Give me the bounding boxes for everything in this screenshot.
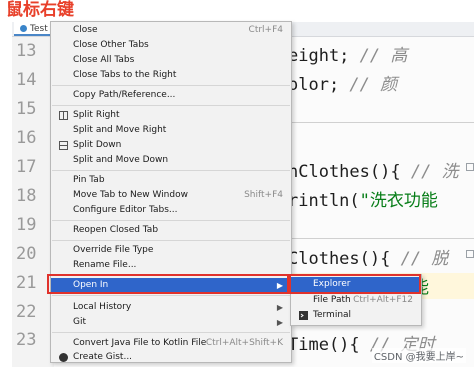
fold-icon[interactable] [466, 250, 474, 258]
split-horizontal-icon [59, 141, 68, 150]
menu-separator [52, 85, 290, 86]
code-line[interactable]: eight; // 高 [288, 41, 407, 66]
menu-item-copy-path[interactable]: Copy Path/Reference... [51, 88, 291, 103]
editor-tab-label: Test [30, 24, 48, 34]
line-number: 22 [16, 302, 37, 322]
menu-item-split-down[interactable]: Split Down [51, 138, 291, 153]
submenu-item-explorer[interactable]: Explorer [291, 277, 421, 292]
line-number: 21 [16, 273, 37, 293]
split-vertical-icon [59, 111, 68, 120]
code-line[interactable]: rintln("洗衣功能 [288, 186, 438, 211]
code-comment: // 高 [359, 46, 408, 66]
menu-separator [52, 170, 290, 171]
menu-item-close-other-tabs[interactable]: Close Other Tabs [51, 38, 291, 53]
code-line[interactable]: Clothes(){ // 脱 [288, 244, 448, 269]
code-text: nClothes(){ [288, 162, 411, 182]
submenu-arrow-icon: ▶ [276, 303, 283, 312]
menu-item-create-gist[interactable]: Create Gist... [51, 350, 291, 365]
tab-context-menu: Close Ctrl+F4 Close Other Tabs Close All … [50, 21, 292, 363]
method-separator [288, 122, 474, 123]
line-number: 17 [16, 157, 37, 177]
code-text: rintln( [288, 191, 360, 211]
fold-icon[interactable] [466, 163, 474, 171]
watermark: CSDN @我要上岸~ [371, 348, 466, 363]
line-number: 15 [16, 99, 37, 119]
code-comment: // 洗 [410, 162, 459, 182]
method-separator [288, 238, 474, 239]
code-text: Time(){ [288, 335, 370, 355]
menu-separator [52, 220, 290, 221]
menu-item-pin-tab[interactable]: Pin Tab [51, 173, 291, 188]
menu-item-close-tabs-right[interactable]: Close Tabs to the Right [51, 68, 291, 83]
line-number: 13 [16, 41, 37, 61]
code-string: "洗衣功能 [359, 191, 438, 211]
menu-item-close-all-tabs[interactable]: Close All Tabs [51, 53, 291, 68]
submenu-arrow-icon: ▶ [276, 281, 283, 290]
menu-separator [52, 240, 290, 241]
menu-item-local-history[interactable]: Local History ▶ [51, 300, 291, 315]
line-number: 14 [16, 70, 37, 90]
menu-item-git[interactable]: Git ▶ [51, 315, 291, 330]
code-line[interactable]: olor; // 颜 [288, 70, 397, 95]
line-number: 19 [16, 215, 37, 235]
menu-item-split-move-right[interactable]: Split and Move Right [51, 123, 291, 138]
menu-item-close[interactable]: Close Ctrl+F4 [51, 23, 291, 38]
menu-item-split-move-down[interactable]: Split and Move Down [51, 153, 291, 168]
menu-item-split-right[interactable]: Split Right [51, 108, 291, 123]
github-icon [59, 353, 68, 362]
terminal-icon [299, 311, 308, 320]
menu-item-reopen-closed-tab[interactable]: Reopen Closed Tab [51, 223, 291, 238]
menu-item-move-tab-new-window[interactable]: Move Tab to New Window Shift+F4 [51, 188, 291, 203]
submenu-item-terminal[interactable]: Terminal [291, 308, 421, 323]
menu-separator [52, 105, 290, 106]
code-line[interactable]: nClothes(){ // 洗 [288, 157, 459, 182]
line-number: 18 [16, 186, 37, 206]
code-text: olor; [288, 75, 350, 95]
submenu-arrow-icon: ▶ [276, 318, 283, 327]
submenu-item-file-path[interactable]: File Path Ctrl+Alt+F12 [291, 293, 421, 308]
menu-separator [52, 332, 290, 333]
editor-tab[interactable]: Test [14, 22, 54, 36]
line-number: 23 [16, 330, 37, 350]
line-number: 20 [16, 244, 37, 264]
line-number: 16 [16, 128, 37, 148]
menu-item-override-file-type[interactable]: Override File Type [51, 243, 291, 258]
menu-item-rename-file[interactable]: Rename File... [51, 258, 291, 273]
menu-separator [52, 275, 290, 276]
menu-item-convert-to-kotlin[interactable]: Convert Java File to Kotlin File Ctrl+Alt… [51, 336, 291, 351]
menu-item-configure-editor-tabs[interactable]: Configure Editor Tabs... [51, 203, 291, 218]
menu-item-open-in[interactable]: Open In ▶ [51, 278, 291, 293]
open-in-submenu: Explorer File Path Ctrl+Alt+F12 Terminal [290, 274, 422, 326]
code-comment: // 颜 [349, 75, 398, 95]
menu-separator [52, 295, 290, 296]
code-text: Clothes(){ [288, 249, 401, 269]
java-class-icon [20, 25, 27, 32]
code-comment: // 脱 [400, 249, 449, 269]
annotation-caption: 鼠标右键 [6, 0, 74, 20]
code-text: eight; [288, 46, 360, 66]
